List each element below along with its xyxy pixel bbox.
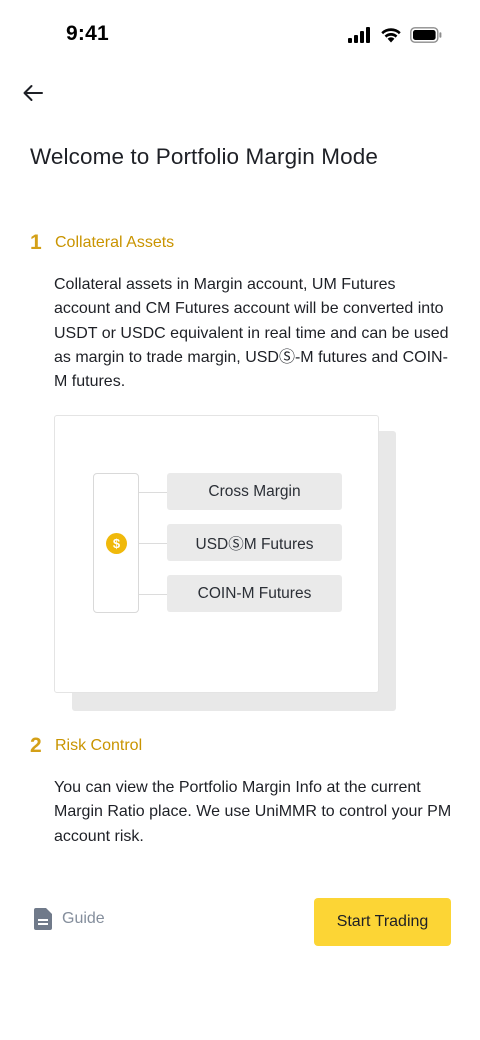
back-button[interactable] xyxy=(18,78,48,108)
document-icon xyxy=(34,908,52,930)
step-description: Collateral assets in Margin account, UM … xyxy=(54,276,449,391)
bottom-action-bar: Guide Start Trading xyxy=(0,896,480,948)
step-1-header: 1 Collateral Assets xyxy=(30,231,174,255)
status-bar: 9:41 xyxy=(0,0,480,72)
wifi-icon xyxy=(381,28,401,43)
step-number: 2 xyxy=(30,734,42,757)
target-coin-m-futures: COIN-M Futures xyxy=(167,575,342,612)
start-trading-button[interactable]: Start Trading xyxy=(314,898,451,946)
status-icons xyxy=(348,26,442,43)
target-usds-m-futures: USDⓈM Futures xyxy=(167,524,342,561)
battery-icon xyxy=(410,26,442,43)
connector-line xyxy=(139,594,167,595)
arrow-left-icon xyxy=(23,85,43,101)
step-number: 1 xyxy=(30,231,42,254)
target-cross-margin: Cross Margin xyxy=(167,473,342,510)
collateral-illustration: $ Cross Margin USDⓈM Futures COIN-M Futu… xyxy=(54,415,398,711)
guide-label: Guide xyxy=(62,910,105,927)
connector-line xyxy=(139,492,167,493)
illustration-card: $ Cross Margin USDⓈM Futures COIN-M Futu… xyxy=(54,415,379,693)
page-title: Welcome to Portfolio Margin Mode xyxy=(30,144,378,169)
step-title: Risk Control xyxy=(55,737,143,754)
dollar-coin-icon: $ xyxy=(106,533,127,554)
step-2-header: 2 Risk Control xyxy=(30,734,142,758)
cellular-signal-icon xyxy=(348,26,370,43)
connector-line xyxy=(139,543,167,544)
status-time: 9:41 xyxy=(66,22,109,45)
step-description: You can view the Portfolio Margin Info a… xyxy=(54,779,452,845)
step-title: Collateral Assets xyxy=(55,234,175,251)
guide-link[interactable]: Guide xyxy=(34,908,105,930)
collateral-source-box: $ xyxy=(93,473,139,613)
